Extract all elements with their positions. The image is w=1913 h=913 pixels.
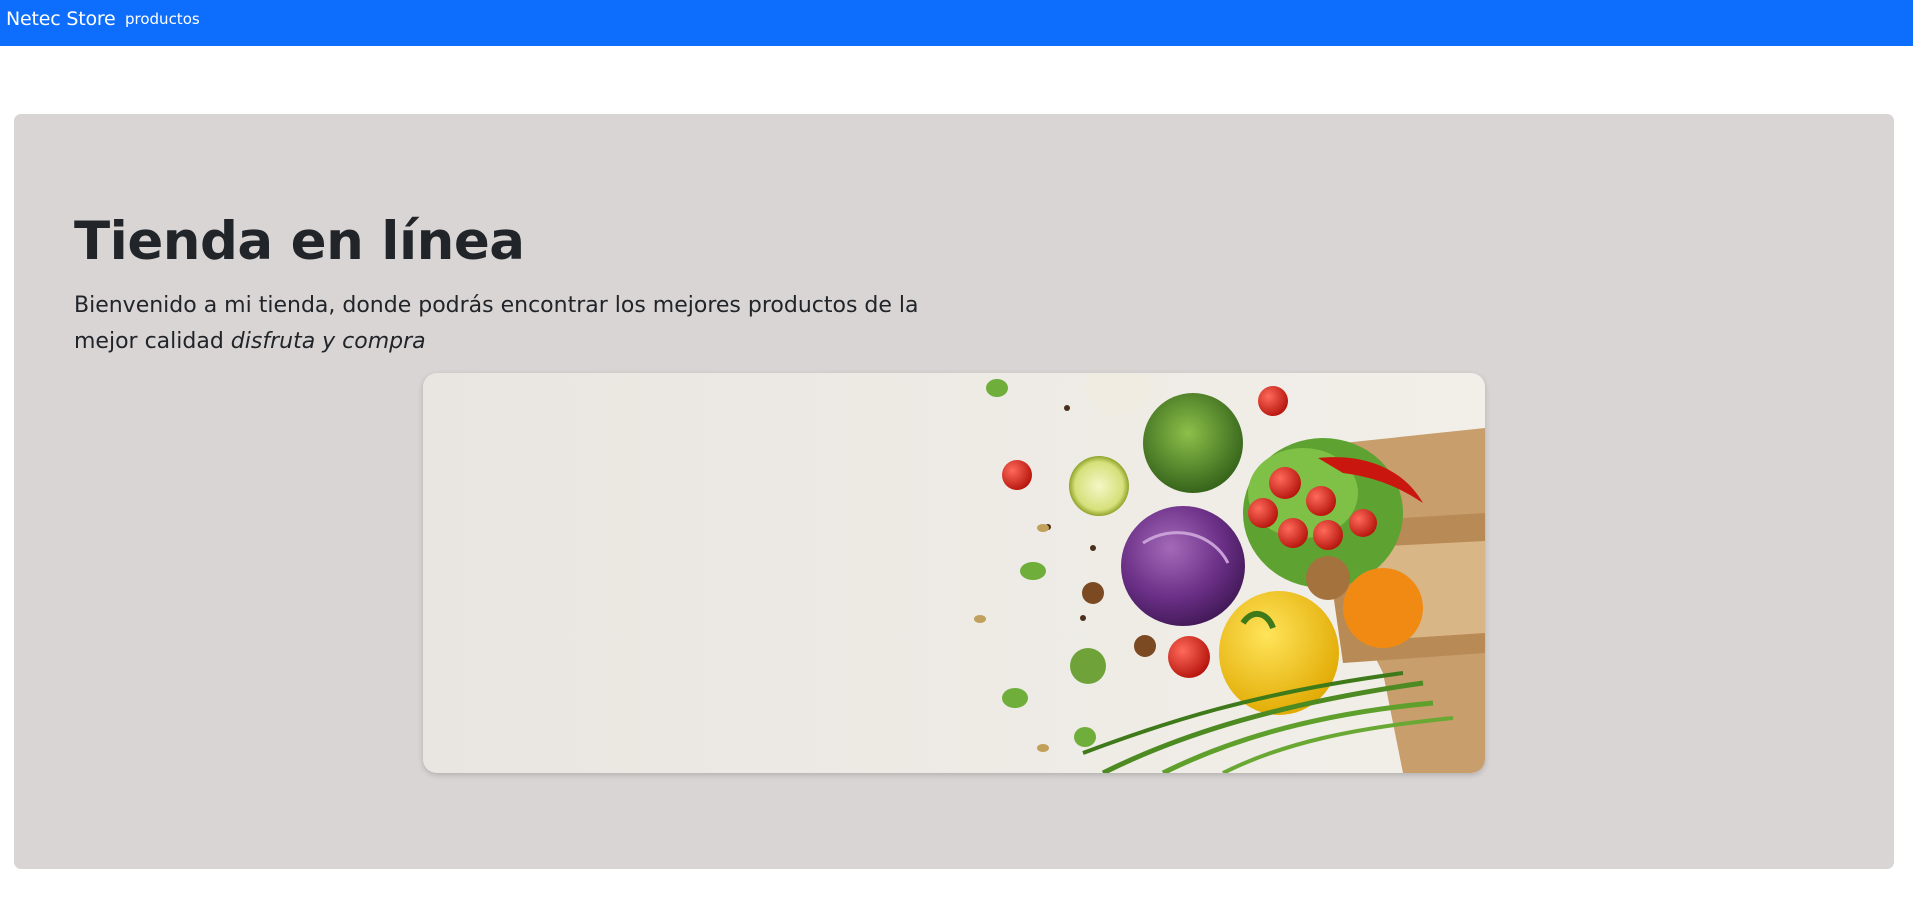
vegetables-illustration [423, 373, 1485, 773]
navbar-brand[interactable]: Netec Store [6, 8, 116, 30]
page-title: Tienda en línea [74, 211, 525, 272]
hero-section: Tienda en línea Bienvenido a mi tienda, … [14, 114, 1894, 869]
vegetables-banner-image [423, 373, 1485, 773]
nav-link-productos[interactable]: productos [125, 10, 200, 28]
top-navbar: Netec Store productos [0, 0, 1913, 46]
lead-text: Bienvenido a mi tienda, donde podrás enc… [74, 293, 919, 354]
lead-emphasis: disfruta y compra [230, 329, 426, 354]
hero-lead-text: Bienvenido a mi tienda, donde podrás enc… [74, 288, 974, 360]
